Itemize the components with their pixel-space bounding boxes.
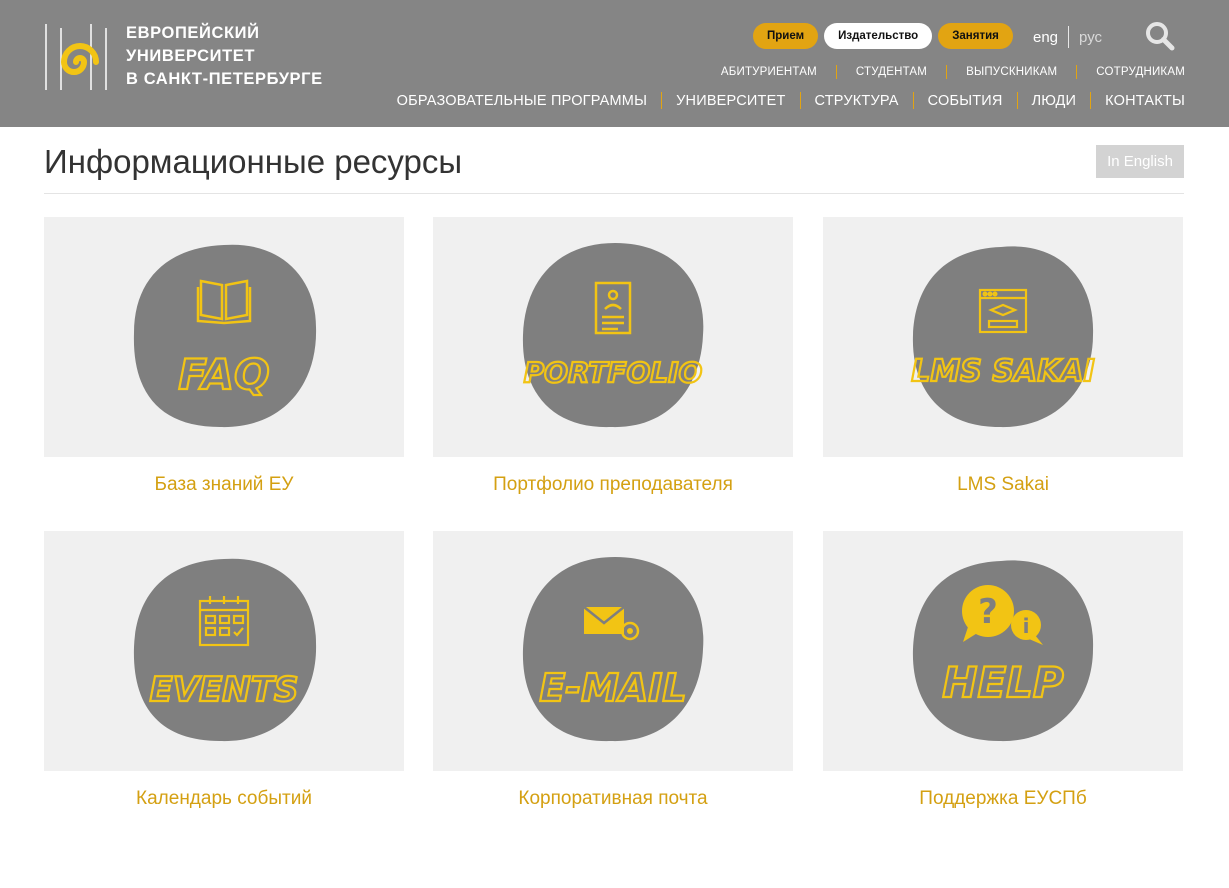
resource-card-events-calendar[interactable]: EVENTS Календарь событий — [44, 531, 404, 810]
lang-divider — [1068, 26, 1070, 48]
university-name-line: ЕВРОПЕЙСКИЙ — [126, 24, 260, 42]
card-label[interactable]: Поддержка ЕУСПб — [823, 788, 1183, 810]
nav-divider — [1016, 92, 1018, 109]
card-label[interactable]: База знаний ЕУ — [44, 474, 404, 496]
resource-card-lms-sakai[interactable]: LMS SAKAI LMS Sakai — [823, 217, 1183, 496]
card-image: E-MAIL — [433, 531, 793, 771]
nav-alumni[interactable]: ВЫПУСКНИКАМ — [966, 66, 1057, 78]
image-caption: E-MAIL — [539, 666, 686, 710]
nav-divider — [661, 92, 663, 109]
language-switcher: eng рус — [1033, 26, 1102, 48]
nav-staff[interactable]: СОТРУДНИКАМ — [1096, 66, 1185, 78]
blob-shape — [912, 246, 1094, 428]
search-icon[interactable] — [1144, 20, 1176, 52]
resource-card-corporate-mail[interactable]: E-MAIL Корпоративная почта — [433, 531, 793, 810]
resource-card-knowledge-base[interactable]: FAQ База знаний ЕУ — [44, 217, 404, 496]
nav-events[interactable]: СОБЫТИЯ — [928, 93, 1003, 109]
nav-divider — [912, 92, 914, 109]
image-caption: PORTFOLIO — [524, 356, 703, 389]
university-name-line: УНИВЕРСИТЕТ — [126, 47, 256, 65]
nav-divider — [946, 65, 948, 79]
svg-text:i: i — [1023, 614, 1030, 638]
image-caption: EVENTS — [150, 670, 299, 710]
classes-pill[interactable]: Занятия — [938, 23, 1013, 49]
blob-shape — [133, 244, 317, 428]
lang-rus[interactable]: рус — [1079, 29, 1102, 46]
nav-divider — [1090, 92, 1092, 109]
nav-contacts[interactable]: КОНТАКТЫ — [1105, 93, 1185, 109]
publishing-pill[interactable]: Издательство — [824, 23, 933, 49]
nav-applicants[interactable]: АБИТУРИЕНТАМ — [721, 66, 817, 78]
card-image: ? i HELP — [823, 531, 1183, 771]
card-label[interactable]: Корпоративная почта — [433, 788, 793, 810]
audience-nav: АБИТУРИЕНТАМ СТУДЕНТАМ ВЫПУСКНИКАМ СОТРУ… — [721, 65, 1185, 79]
resource-card-portfolio[interactable]: PORTFOLIO Портфолио преподавателя — [433, 217, 793, 496]
nav-university[interactable]: УНИВЕРСИТЕТ — [676, 93, 785, 109]
blob-shape — [912, 560, 1094, 742]
blob-shape — [522, 557, 704, 742]
site-header: ЕВРОПЕЙСКИЙ УНИВЕРСИТЕТ В САНКТ-ПЕТЕРБУР… — [0, 0, 1229, 127]
blob-shape — [133, 558, 317, 742]
svg-text:?: ? — [978, 592, 998, 632]
page-title: Информационные ресурсы — [44, 143, 463, 180]
resource-card-support[interactable]: ? i HELP Поддержка ЕУСПб — [823, 531, 1183, 810]
in-english-button[interactable]: In English — [1096, 145, 1184, 178]
blob-shape — [522, 243, 704, 428]
lang-eng[interactable]: eng — [1033, 29, 1058, 46]
card-label[interactable]: Портфолио преподавателя — [433, 474, 793, 496]
main-nav: ОБРАЗОВАТЕЛЬНЫЕ ПРОГРАММЫ УНИВЕРСИТЕТ СТ… — [397, 92, 1185, 109]
university-name[interactable]: ЕВРОПЕЙСКИЙ УНИВЕРСИТЕТ В САНКТ-ПЕТЕРБУР… — [126, 22, 323, 91]
quick-links: Прием Издательство Занятия — [753, 23, 1013, 49]
nav-students[interactable]: СТУДЕНТАМ — [856, 66, 927, 78]
admission-pill[interactable]: Прием — [753, 23, 819, 49]
nav-divider — [1076, 65, 1078, 79]
card-label[interactable]: Календарь событий — [44, 788, 404, 810]
nav-divider — [799, 92, 801, 109]
university-logo[interactable] — [44, 22, 114, 92]
title-divider — [44, 193, 1184, 194]
card-image: FAQ — [44, 217, 404, 457]
nav-people[interactable]: ЛЮДИ — [1032, 93, 1077, 109]
card-image: EVENTS — [44, 531, 404, 771]
card-image: LMS SAKAI — [823, 217, 1183, 457]
nav-structure[interactable]: СТРУКТУРА — [815, 93, 899, 109]
card-label[interactable]: LMS Sakai — [823, 474, 1183, 496]
university-name-line: В САНКТ-ПЕТЕРБУРГЕ — [126, 70, 323, 88]
image-caption: LMS SAKAI — [911, 354, 1094, 389]
nav-programs[interactable]: ОБРАЗОВАТЕЛЬНЫЕ ПРОГРАММЫ — [397, 93, 647, 109]
card-image: PORTFOLIO — [433, 217, 793, 457]
image-caption: FAQ — [178, 350, 270, 399]
image-caption: HELP — [942, 658, 1064, 707]
nav-divider — [835, 65, 837, 79]
